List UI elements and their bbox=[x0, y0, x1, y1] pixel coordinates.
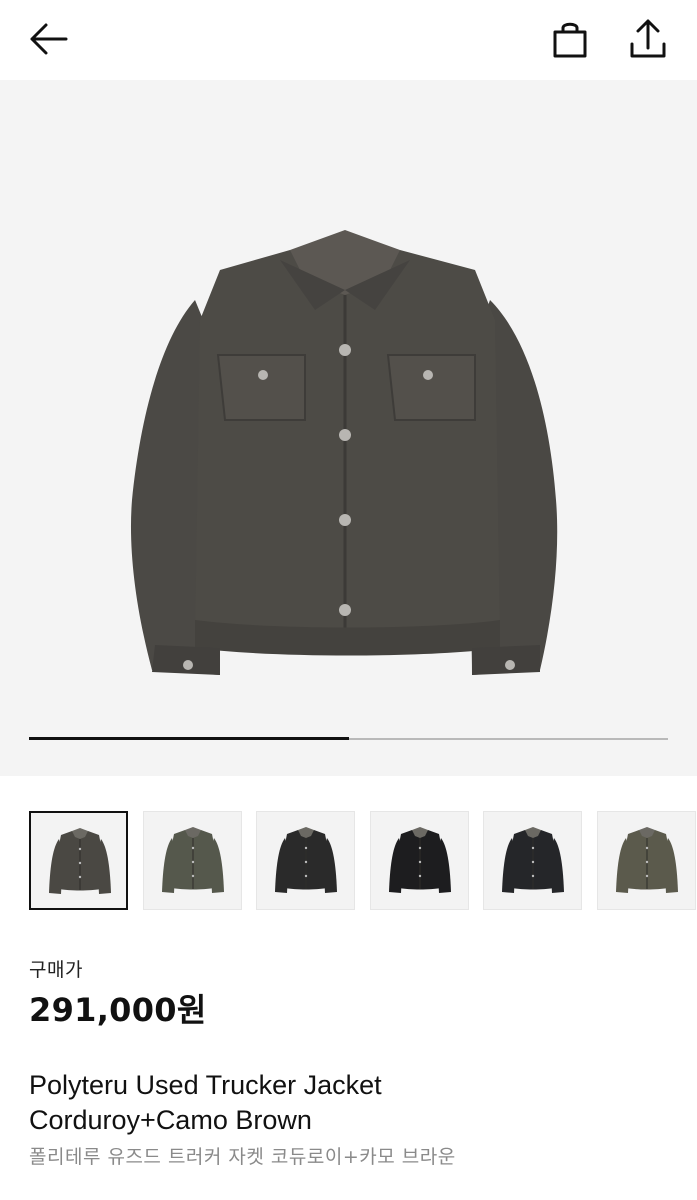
thumbnail-2[interactable] bbox=[142, 811, 242, 910]
thumbnail-1[interactable] bbox=[29, 811, 128, 910]
shopping-bag-icon bbox=[553, 22, 587, 58]
thumbnail-image bbox=[615, 827, 678, 893]
product-title-en-line2: Corduroy+Camo Brown bbox=[29, 1105, 312, 1135]
product-title-ko: 폴리테루 유즈드 트러커 자켓 코듀로이+카모 브라운 bbox=[29, 1146, 456, 1168]
product-image bbox=[130, 230, 558, 675]
thumbnail-3[interactable] bbox=[256, 811, 355, 910]
thumbnail-strip bbox=[0, 811, 697, 912]
product-title-en-line1: Polyteru Used Trucker Jacket bbox=[29, 1070, 382, 1100]
product-title-en: Polyteru Used Trucker Jacket Corduroy+Ca… bbox=[29, 1068, 669, 1138]
thumbnail-image bbox=[49, 828, 111, 894]
top-bar bbox=[0, 0, 697, 80]
thumbnail-6[interactable] bbox=[596, 811, 696, 910]
thumbnail-5[interactable] bbox=[483, 811, 582, 910]
share-upload-icon bbox=[630, 19, 666, 58]
thumbnail-image bbox=[275, 827, 337, 893]
thumbnail-image bbox=[161, 827, 224, 893]
back-button[interactable] bbox=[22, 16, 74, 64]
cart-button[interactable] bbox=[546, 16, 594, 64]
thumbnail-image bbox=[388, 827, 451, 893]
share-button[interactable] bbox=[624, 14, 672, 62]
carousel-progress-track bbox=[29, 737, 668, 740]
carousel-progress-fill bbox=[29, 737, 349, 740]
product-image-carousel[interactable] bbox=[0, 80, 697, 776]
thumbnail-4[interactable] bbox=[369, 811, 469, 910]
arrow-left-icon bbox=[30, 23, 68, 55]
thumbnail-image bbox=[502, 827, 564, 893]
price-value: 291,000원 bbox=[29, 991, 207, 1029]
price-label: 구매가 bbox=[29, 959, 83, 981]
